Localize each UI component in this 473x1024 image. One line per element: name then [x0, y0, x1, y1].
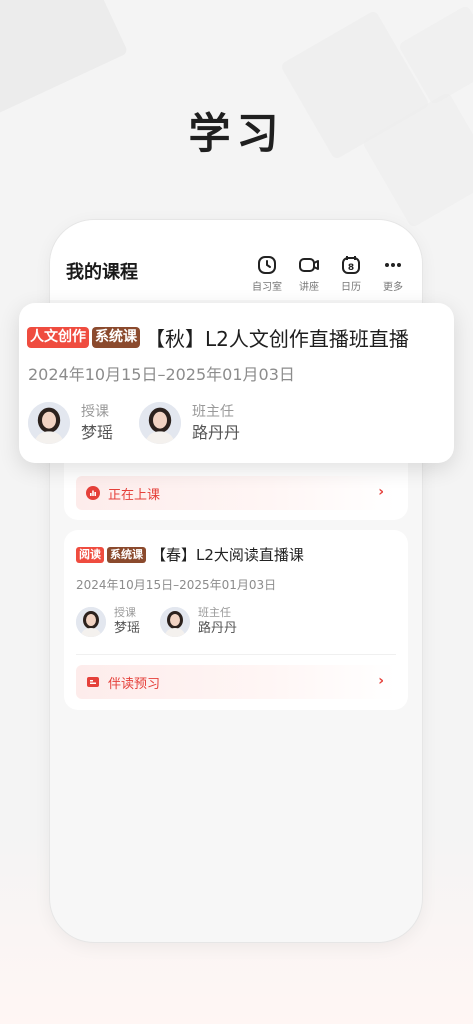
- shortcut-lecture[interactable]: 讲座: [294, 254, 324, 293]
- clock-icon: [256, 254, 278, 276]
- shortcut-label: 自习室: [252, 282, 282, 293]
- course-tag: 系统课: [92, 327, 140, 348]
- course-header: 人文创作 系统课 【秋】L2人文创作直播班直播: [27, 323, 409, 352]
- teacher-item: 班主任 路丹丹: [139, 402, 240, 444]
- teacher-role: 班主任: [192, 404, 235, 420]
- avatar: [76, 606, 106, 637]
- teacher-list: 授课 梦瑶 班主任 路丹丹: [76, 606, 237, 637]
- course-date-range: 2024年10月15日–2025年01月03日: [76, 578, 277, 592]
- phone-header: 我的课程 自习室 讲座 8 日历 更多: [50, 220, 422, 300]
- calendar-icon: 8: [340, 254, 362, 276]
- shortcut-more[interactable]: 更多: [378, 254, 408, 293]
- teacher-name: 梦瑶: [114, 621, 141, 636]
- shortcut-label: 日历: [341, 282, 361, 293]
- in-class-button[interactable]: 正在上课 ›: [76, 476, 396, 510]
- teacher-item: 授课 梦瑶: [76, 606, 140, 637]
- video-icon: [298, 254, 320, 276]
- avatar: [160, 606, 191, 637]
- course-date-range: 2024年10月15日–2025年01月03日: [28, 365, 295, 384]
- shortcut-calendar[interactable]: 8 日历: [336, 254, 366, 293]
- divider: [76, 654, 396, 655]
- live-chart-icon: [86, 486, 100, 500]
- more-icon: [382, 254, 404, 276]
- course-header: 阅读 系统课 【春】L2大阅读直播课: [76, 544, 304, 565]
- course-tag: 阅读: [76, 546, 104, 563]
- teacher-name: 路丹丹: [198, 621, 238, 636]
- shortcut-label: 更多: [383, 282, 403, 293]
- course-tag: 系统课: [107, 546, 146, 563]
- featured-course-card[interactable]: 人文创作 系统课 【秋】L2人文创作直播班直播 2024年10月15日–2025…: [19, 303, 454, 463]
- teacher-role: 授课: [81, 404, 109, 420]
- my-courses-title: 我的课程: [66, 262, 138, 283]
- course-card[interactable]: 阅读 系统课 【春】L2大阅读直播课 2024年10月15日–2025年01月0…: [64, 530, 408, 710]
- preview-reading-button[interactable]: 伴读预习 ›: [76, 665, 396, 699]
- course-title: 【春】L2大阅读直播课: [151, 546, 304, 564]
- teacher-list: 授课 梦瑶 班主任 路丹丹: [28, 402, 240, 444]
- course-title: 【秋】L2人文创作直播班直播: [145, 327, 409, 351]
- action-label: 伴读预习: [108, 676, 161, 692]
- teacher-item: 班主任 路丹丹: [160, 606, 237, 637]
- action-label: 正在上课: [108, 487, 161, 503]
- book-icon: [86, 675, 100, 689]
- teacher-item: 授课 梦瑶: [28, 402, 113, 444]
- shortcut-label: 讲座: [299, 282, 319, 293]
- teacher-role: 班主任: [198, 606, 232, 619]
- page-title: 学习: [188, 109, 285, 158]
- chevron-right-icon: ›: [378, 673, 384, 689]
- course-tag: 人文创作: [27, 327, 89, 348]
- avatar: [28, 402, 70, 444]
- teacher-role: 授课: [114, 606, 136, 619]
- teacher-name: 路丹丹: [192, 423, 241, 442]
- background-decoration: [0, 0, 129, 117]
- avatar: [139, 402, 182, 444]
- shortcut-bar: 自习室 讲座 8 日历 更多: [252, 254, 408, 293]
- teacher-name: 梦瑶: [81, 423, 114, 442]
- shortcut-study-room[interactable]: 自习室: [252, 254, 282, 293]
- chevron-right-icon: ›: [378, 484, 384, 500]
- calendar-badge: 8: [348, 263, 354, 273]
